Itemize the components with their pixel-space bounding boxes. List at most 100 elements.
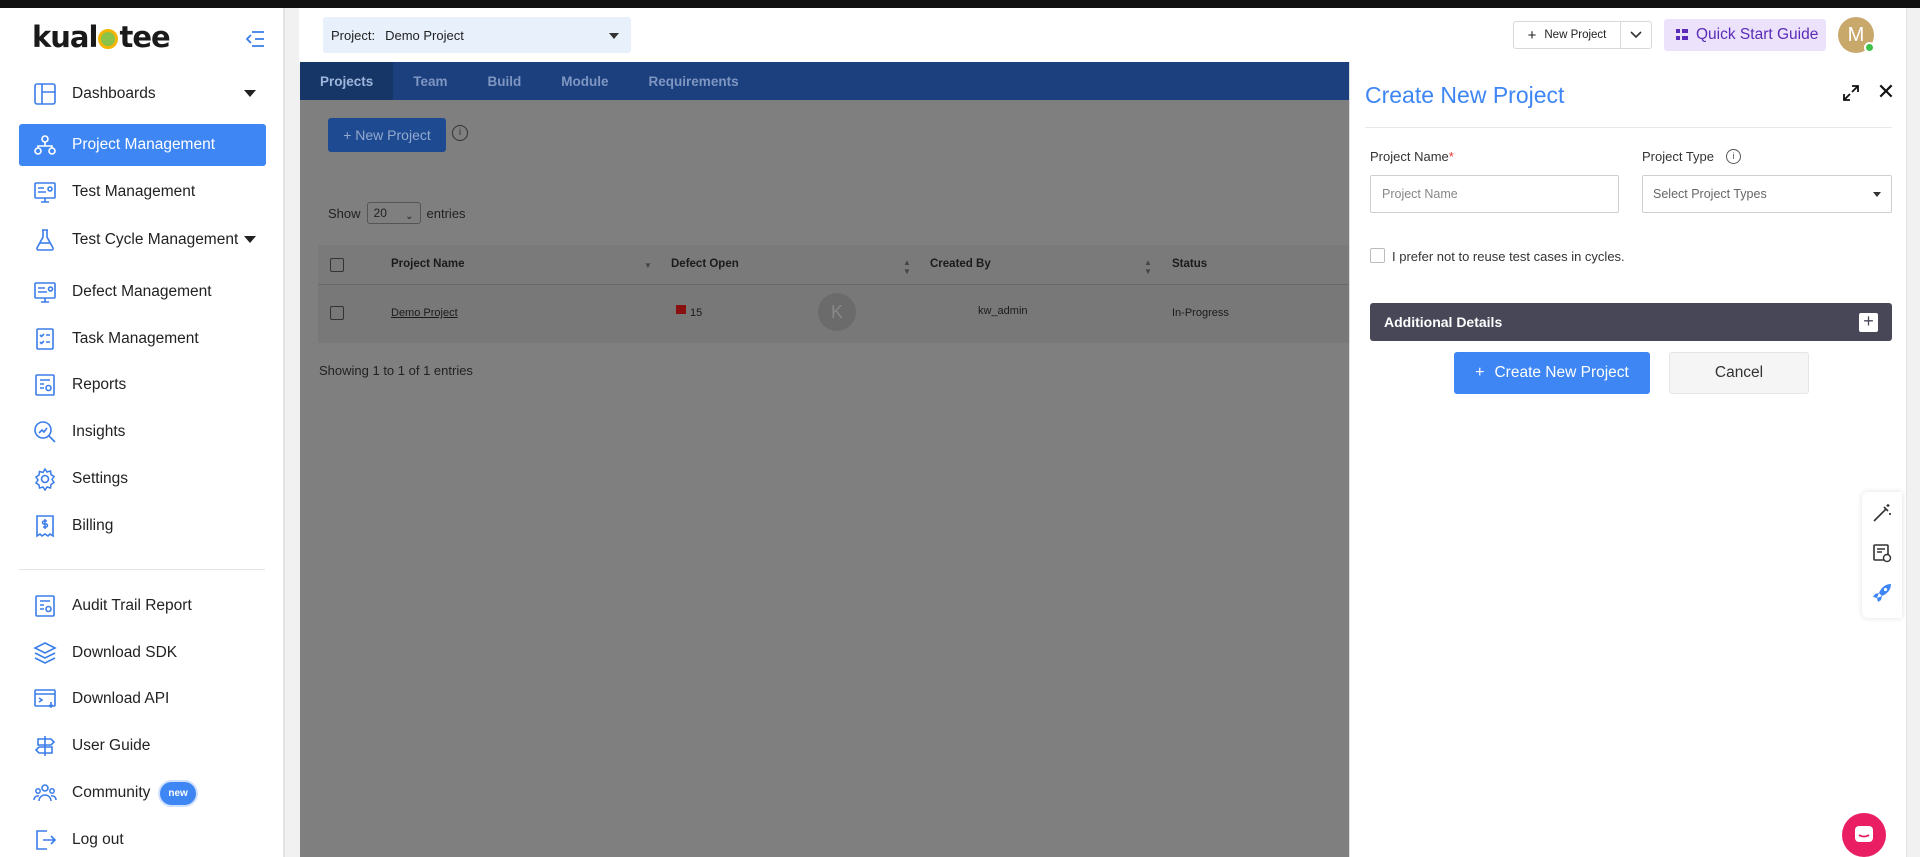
sidebar-item-download-sdk[interactable]: Download SDK xyxy=(19,632,266,674)
sidebar-item-audit-trail-report[interactable]: Audit Trail Report xyxy=(19,585,266,627)
column-status[interactable]: Status xyxy=(1172,258,1207,270)
online-status-dot xyxy=(1864,42,1875,53)
user-avatar[interactable]: M xyxy=(1838,17,1875,53)
column-defect-open[interactable]: Defect Open xyxy=(671,258,739,270)
quick-start-guide-button[interactable]: Quick Start Guide xyxy=(1664,19,1826,51)
new-project-button[interactable]: + New Project xyxy=(328,118,446,152)
plus-icon: + xyxy=(1527,26,1537,44)
entries-select[interactable]: 20 ⌄ xyxy=(366,202,421,224)
sidebar-item-label: Download API xyxy=(72,690,170,707)
reuse-test-cases-checkbox[interactable] xyxy=(1370,248,1385,263)
header-new-project-button[interactable]: + New Project xyxy=(1513,21,1621,49)
row-checkbox[interactable] xyxy=(330,306,344,320)
create-button-label: Create New Project xyxy=(1494,364,1629,381)
sidebar-scrollbar[interactable] xyxy=(284,8,298,857)
sidebar-item-test-cycle-management[interactable]: Test Cycle Management xyxy=(19,219,266,261)
creator-avatar: K xyxy=(818,293,856,331)
cancel-button[interactable]: Cancel xyxy=(1669,352,1809,394)
table-info: Showing 1 to 1 of 1 entries xyxy=(319,363,473,378)
page-scrollbar[interactable] xyxy=(1906,8,1920,857)
project-name-input[interactable] xyxy=(1370,175,1619,213)
entries-label: entries xyxy=(426,205,466,221)
sidebar-item-defect-management[interactable]: Defect Management xyxy=(19,271,266,313)
header-new-project-label: New Project xyxy=(1544,29,1607,41)
insights-search-icon xyxy=(32,419,58,445)
sidebar-item-reports[interactable]: Reports xyxy=(19,364,266,406)
select-all-checkbox[interactable] xyxy=(330,258,344,272)
tab-build[interactable]: Build xyxy=(468,62,542,100)
sidebar-item-billing[interactable]: Billing xyxy=(19,505,266,547)
chevron-down-icon xyxy=(609,33,619,39)
sidebar-item-label: Reports xyxy=(72,376,127,393)
project-name-label: Project Name* xyxy=(1370,149,1454,164)
tab-requirements[interactable]: Requirements xyxy=(629,62,759,100)
chevron-down-icon xyxy=(1630,31,1642,39)
new-project-dropdown-button[interactable] xyxy=(1620,21,1652,49)
sidebar-item-label: Test Management xyxy=(72,183,196,200)
chevron-down-icon xyxy=(1873,192,1881,197)
grid-list-icon xyxy=(1676,29,1688,40)
expand-icon[interactable] xyxy=(1842,84,1862,104)
project-hierarchy-icon xyxy=(32,132,58,158)
dashboard-icon xyxy=(32,81,58,107)
window-top-strip xyxy=(0,0,1920,8)
sidebar-item-project-management[interactable]: Project Management xyxy=(19,124,266,166)
sort-icon[interactable]: ▼ xyxy=(644,261,652,270)
sort-icon[interactable]: ▲ ▼ xyxy=(1144,258,1152,276)
tab-team[interactable]: Team xyxy=(393,62,467,100)
column-project-name[interactable]: Project Name xyxy=(391,258,465,270)
show-entries: Show 20 ⌄ entries xyxy=(328,202,466,224)
sidebar-item-task-management[interactable]: Task Management xyxy=(19,318,266,360)
create-project-drawer: Create New Project ✕ Project Name* Proje… xyxy=(1349,62,1906,857)
project-name-link[interactable]: Demo Project xyxy=(391,307,458,319)
project-type-placeholder: Select Project Types xyxy=(1653,187,1767,201)
sidebar-item-dashboards[interactable]: Dashboards xyxy=(19,73,266,115)
sidebar-divider xyxy=(19,569,265,570)
layers-icon xyxy=(32,640,58,666)
top-header: Project: Demo Project + New Project Quic… xyxy=(299,8,1920,63)
flask-icon xyxy=(32,227,58,253)
audit-report-icon xyxy=(32,593,58,619)
column-created-by[interactable]: Created By xyxy=(930,258,991,270)
sort-icon[interactable]: ▲ ▼ xyxy=(903,258,911,276)
sidebar-item-insights[interactable]: Insights xyxy=(19,411,266,453)
info-icon[interactable]: i xyxy=(452,125,468,141)
reuse-test-cases-label[interactable]: I prefer not to reuse test cases in cycl… xyxy=(1392,249,1625,264)
sidebar-item-label: Download SDK xyxy=(72,644,178,661)
flag-icon xyxy=(676,305,686,314)
sidebar-item-label: User Guide xyxy=(72,737,151,754)
tab-module[interactable]: Module xyxy=(541,62,628,100)
signpost-icon xyxy=(32,733,58,759)
project-selector[interactable]: Project: Demo Project xyxy=(323,17,631,53)
show-label: Show xyxy=(328,205,361,221)
info-icon[interactable]: i xyxy=(1726,149,1741,164)
collapse-sidebar-icon[interactable] xyxy=(244,30,266,50)
sidebar-item-log-out[interactable]: Log out xyxy=(19,819,266,857)
sidebar-item-label: Insights xyxy=(72,423,126,440)
project-type-select[interactable]: Select Project Types xyxy=(1642,175,1892,213)
sidebar-item-settings[interactable]: Settings xyxy=(19,458,266,500)
report-icon xyxy=(32,372,58,398)
defect-open-count[interactable]: 15 xyxy=(690,307,702,319)
drawer-divider xyxy=(1365,127,1892,128)
magic-wand-icon[interactable] xyxy=(1871,502,1893,524)
sidebar-item-download-api[interactable]: Download API xyxy=(19,678,266,720)
project-selector-value: Demo Project xyxy=(385,27,464,43)
kualitee-logo[interactable]: kual tee xyxy=(32,20,171,54)
defect-board-icon xyxy=(32,279,58,305)
tab-projects[interactable]: Projects xyxy=(300,62,394,100)
entries-value: 20 xyxy=(373,206,387,220)
terminal-download-icon xyxy=(32,686,58,712)
create-new-project-button[interactable]: + Create New Project xyxy=(1454,352,1650,394)
chat-support-button[interactable] xyxy=(1842,813,1886,857)
test-plan-icon[interactable] xyxy=(1871,542,1893,564)
close-icon[interactable]: ✕ xyxy=(1874,80,1898,104)
rocket-icon[interactable] xyxy=(1871,582,1893,604)
additional-details-toggle[interactable]: Additional Details + xyxy=(1370,303,1892,341)
sidebar-item-user-guide[interactable]: User Guide xyxy=(19,725,266,767)
additional-details-label: Additional Details xyxy=(1384,314,1503,330)
sidebar-item-test-management[interactable]: Test Management xyxy=(19,171,266,213)
sidebar-item-community[interactable]: Community new xyxy=(19,772,266,814)
created-by: kw_admin xyxy=(978,305,1028,317)
avatar-initial: M xyxy=(1847,23,1865,46)
